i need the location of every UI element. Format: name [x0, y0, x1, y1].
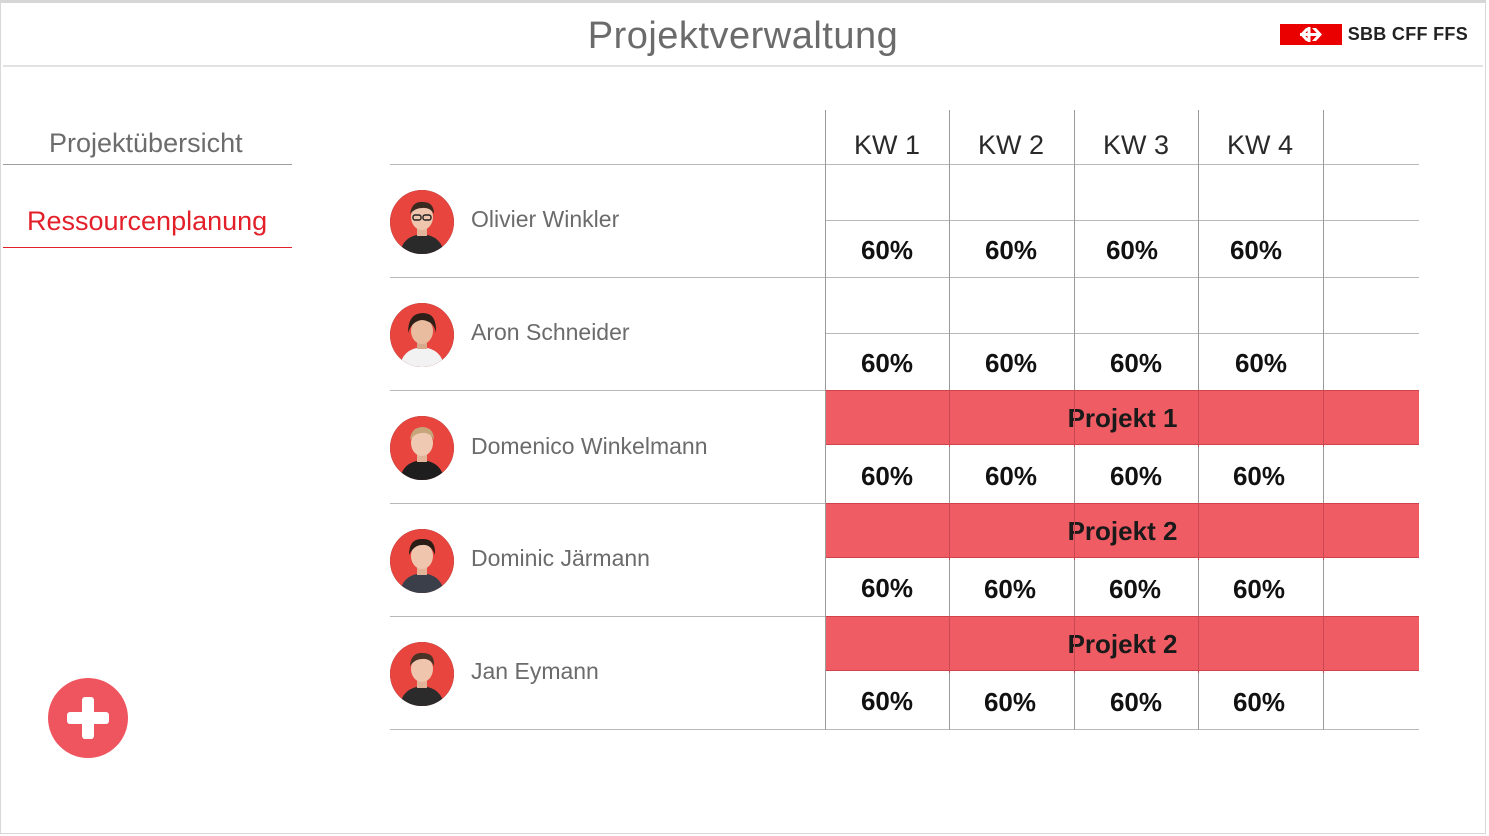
person-row: Jan Eymann — [390, 617, 820, 729]
plus-icon-vertical — [82, 697, 94, 739]
person-avatar-icon — [390, 642, 454, 706]
week-header-kw4: KW 4 — [1226, 130, 1293, 160]
grid-column-line — [1074, 390, 1075, 447]
sbb-logo: SBB CFF FFS — [1279, 24, 1468, 45]
allocation-cell[interactable]: 60% — [825, 573, 949, 604]
allocation-cell[interactable]: 60% — [1074, 348, 1198, 379]
grid-column-line — [1198, 503, 1199, 560]
allocation-cell[interactable]: 60% — [825, 461, 949, 492]
avatar[interactable] — [390, 416, 454, 480]
week-header-kw1: KW 1 — [853, 130, 920, 160]
avatar[interactable] — [390, 642, 454, 706]
week-header-kw2: KW 2 — [977, 130, 1044, 160]
allocation-cell[interactable]: 60% — [1074, 687, 1198, 718]
allocation-cell[interactable]: 60% — [825, 686, 949, 717]
project-label: Projekt 1 — [1067, 403, 1178, 433]
add-button[interactable] — [48, 678, 128, 758]
grid-column-line — [949, 616, 950, 673]
person-avatar-icon — [390, 529, 454, 593]
allocation-cell[interactable]: 60% — [825, 235, 949, 266]
allocation-cell[interactable]: 60% — [1073, 574, 1197, 605]
person-name[interactable]: Jan Eymann — [471, 658, 599, 685]
project-label: Projekt 2 — [1067, 629, 1178, 659]
person-name[interactable]: Dominic Järmann — [471, 545, 650, 572]
project-bar[interactable]: Projekt 2 — [826, 616, 1419, 671]
nav-item-label: Projektübersicht — [49, 128, 243, 158]
person-name[interactable]: Aron Schneider — [471, 319, 630, 346]
allocation-cell[interactable]: 60% — [948, 574, 1072, 605]
grid-divider — [826, 220, 1419, 221]
project-label: Projekt 2 — [1067, 516, 1178, 546]
grid-divider — [390, 729, 1419, 730]
app-header: Projektverwaltung SBB CFF FFS — [3, 3, 1483, 67]
person-avatar-icon — [390, 303, 454, 367]
allocation-cell[interactable]: 60% — [1199, 348, 1323, 379]
logo-text: SBB CFF FFS — [1347, 24, 1468, 44]
allocation-cell[interactable]: 60% — [949, 461, 1073, 492]
avatar[interactable] — [390, 190, 454, 254]
nav-item-label: Ressourcenplanung — [27, 206, 268, 236]
allocation-cell[interactable]: 60% — [1194, 235, 1318, 266]
person-row: Olivier Winkler — [390, 165, 820, 277]
grid-column-line — [949, 390, 950, 447]
person-name[interactable]: Domenico Winkelmann — [471, 433, 707, 460]
grid-column-line — [1323, 503, 1324, 560]
person-row: Aron Schneider — [390, 278, 820, 390]
person-row: Dominic Järmann — [390, 504, 820, 616]
allocation-cell[interactable]: 60% — [948, 687, 1072, 718]
allocation-cell[interactable]: 60% — [1197, 687, 1321, 718]
person-name[interactable]: Olivier Winkler — [471, 206, 619, 233]
grid-column-line — [1198, 390, 1199, 447]
avatar[interactable] — [390, 303, 454, 367]
nav-item-ressourcenplanung[interactable]: Ressourcenplanung — [3, 206, 292, 248]
allocation-cell[interactable]: 60% — [1070, 235, 1194, 266]
week-header-kw3: KW 3 — [1102, 130, 1169, 160]
allocation-cell[interactable]: 60% — [825, 348, 949, 379]
allocation-cell[interactable]: 60% — [949, 348, 1073, 379]
person-avatar-icon — [390, 416, 454, 480]
avatar[interactable] — [390, 529, 454, 593]
grid-column-line — [1074, 503, 1075, 560]
grid-column-line — [1323, 616, 1324, 673]
allocation-cell[interactable]: 60% — [949, 235, 1073, 266]
grid-column-line — [1323, 390, 1324, 447]
grid-column-line — [1198, 616, 1199, 673]
page-title: Projektverwaltung — [587, 15, 899, 57]
project-bar[interactable]: Projekt 1 — [826, 390, 1419, 445]
allocation-cell[interactable]: 60% — [1197, 461, 1321, 492]
person-row: Domenico Winkelmann — [390, 391, 820, 503]
grid-column-line — [1074, 616, 1075, 673]
sbb-logo-icon — [1279, 24, 1342, 45]
project-bar[interactable]: Projekt 2 — [826, 503, 1419, 558]
allocation-cell[interactable]: 60% — [1197, 574, 1321, 605]
nav-item-projektuebersicht[interactable]: Projektübersicht — [3, 128, 292, 165]
grid-divider — [826, 333, 1419, 334]
person-avatar-icon — [390, 190, 454, 254]
allocation-cell[interactable]: 60% — [1074, 461, 1198, 492]
grid-column-line — [949, 503, 950, 560]
